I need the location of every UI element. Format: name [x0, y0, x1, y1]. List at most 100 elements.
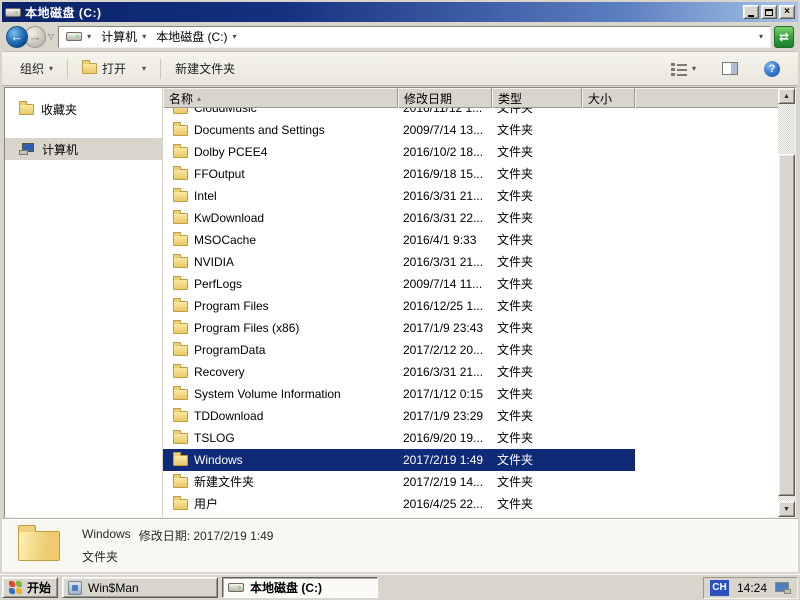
task-label: 本地磁盘 (C:) [250, 579, 322, 596]
file-type: 文件夹 [492, 383, 582, 405]
table-row[interactable]: NVIDIA 2016/3/31 21... 文件夹 [163, 251, 635, 273]
table-row[interactable]: Windows 2017/2/19 1:49 文件夹 [163, 449, 635, 471]
chevron-down-icon: ▾ [49, 64, 53, 73]
scrollbar-thumb[interactable] [778, 154, 795, 496]
table-row[interactable]: Program Files 2016/12/25 1... 文件夹 [163, 295, 635, 317]
breadcrumb-item-local-disk[interactable]: 本地磁盘 (C:) ▾ [152, 27, 242, 47]
organize-button[interactable]: 组织 ▾ [12, 55, 61, 82]
folder-icon [173, 235, 188, 246]
history-chevron-icon[interactable]: ▽ [48, 32, 54, 41]
sidebar-item-favorites[interactable]: 收藏夹 [5, 98, 162, 120]
table-row[interactable]: 新建文件夹 2017/2/19 14... 文件夹 [163, 471, 635, 493]
task-label: Win$Man [88, 581, 139, 595]
maximize-button[interactable] [761, 5, 777, 19]
taskbar: 开始 Win$Man 本地磁盘 (C:) CH 14:24 [0, 574, 800, 600]
file-type: 文件夹 [492, 405, 582, 427]
table-row[interactable]: Intel 2016/3/31 21... 文件夹 [163, 185, 635, 207]
breadcrumb[interactable]: ▾ 计算机 ▾ 本地磁盘 (C:) ▾ ▾ [58, 26, 771, 48]
taskbar-task-local-disk[interactable]: 本地磁盘 (C:) [222, 577, 378, 598]
file-date: 2016/12/25 1... [398, 295, 492, 317]
breadcrumb-item-computer[interactable]: 计算机 ▾ [97, 27, 152, 47]
file-type: 文件夹 [492, 273, 582, 295]
table-row[interactable]: KwDownload 2016/3/31 22... 文件夹 [163, 207, 635, 229]
table-row[interactable]: PerfLogs 2009/7/14 11... 文件夹 [163, 273, 635, 295]
file-date: 2016/4/1 9:33 [398, 229, 492, 251]
start-label: 开始 [27, 579, 51, 596]
folder-icon [173, 147, 188, 158]
file-date: 2016/11/12 1... [398, 108, 492, 119]
close-button[interactable]: × [779, 5, 795, 19]
file-date: 2016/3/31 21... [398, 361, 492, 383]
column-header-date[interactable]: 修改日期 [398, 88, 492, 108]
table-row[interactable]: 用户 2016/4/25 22... 文件夹 [163, 493, 635, 515]
table-row[interactable]: MSOCache 2016/4/1 9:33 文件夹 [163, 229, 635, 251]
preview-pane-button[interactable] [714, 57, 746, 80]
language-indicator[interactable]: CH [710, 580, 729, 596]
file-size [582, 295, 635, 317]
open-dropdown-button[interactable]: ▾ [134, 59, 154, 78]
open-button[interactable]: 打开 [74, 55, 134, 82]
details-name: Windows [82, 527, 131, 544]
file-name: PerfLogs [194, 273, 242, 295]
file-name: KwDownload [194, 207, 264, 229]
file-type: 文件夹 [492, 108, 582, 119]
sidebar-item-computer[interactable]: 计算机 [5, 138, 162, 160]
file-size [582, 119, 635, 141]
file-list: 名称 ▴ 修改日期 类型 大小 CloudMusic 2016/11/12 1.… [163, 88, 778, 517]
file-name: Intel [194, 185, 217, 207]
file-name: MSOCache [194, 229, 256, 251]
list-view-icon [671, 62, 687, 76]
back-button[interactable]: ← [6, 26, 28, 48]
selected-folder-icon [18, 531, 60, 561]
file-size [582, 141, 635, 163]
command-toolbar: 组织 ▾ 打开 ▾ 新建文件夹 ▾ ? [2, 52, 798, 86]
file-name: Dolby PCEE4 [194, 141, 267, 163]
breadcrumb-drive-button[interactable]: ▾ [62, 27, 97, 47]
system-tray: CH 14:24 [703, 577, 798, 599]
column-header-type[interactable]: 类型 [492, 88, 582, 108]
table-row[interactable]: Recovery 2016/3/31 21... 文件夹 [163, 361, 635, 383]
new-folder-button[interactable]: 新建文件夹 [167, 55, 243, 82]
table-row[interactable]: Program Files (x86) 2017/1/9 23:43 文件夹 [163, 317, 635, 339]
table-row[interactable]: Dolby PCEE4 2016/10/2 18... 文件夹 [163, 141, 635, 163]
folder-icon [173, 125, 188, 136]
file-name: Program Files [194, 295, 269, 317]
address-dropdown-icon[interactable]: ▾ [755, 32, 767, 41]
file-size [582, 251, 635, 273]
table-row[interactable]: System Volume Information 2017/1/12 0:15… [163, 383, 635, 405]
network-tray-icon[interactable] [775, 582, 791, 594]
file-name: Windows [194, 449, 243, 471]
vertical-scrollbar[interactable]: ▲ ▼ [778, 88, 795, 517]
column-header-name[interactable]: 名称 ▴ [163, 88, 398, 108]
help-button[interactable]: ? [756, 56, 788, 82]
titlebar[interactable]: 本地磁盘 (C:) × [2, 2, 798, 22]
file-date: 2017/2/12 20... [398, 339, 492, 361]
table-row[interactable]: CloudMusic 2016/11/12 1... 文件夹 [163, 108, 635, 119]
folder-icon [173, 345, 188, 356]
file-type: 文件夹 [492, 229, 582, 251]
table-row[interactable]: ProgramData 2017/2/12 20... 文件夹 [163, 339, 635, 361]
refresh-button[interactable]: ⇄ [774, 26, 794, 48]
scroll-down-button[interactable]: ▼ [778, 501, 795, 517]
file-name: FFOutput [194, 163, 245, 185]
file-date: 2009/7/14 11... [398, 273, 492, 295]
minimize-button[interactable] [743, 5, 759, 19]
column-label: 名称 [169, 90, 193, 107]
taskbar-task-winsman[interactable]: Win$Man [62, 577, 218, 598]
column-header-size[interactable]: 大小 [582, 88, 635, 108]
table-row[interactable]: Documents and Settings 2009/7/14 13... 文… [163, 119, 635, 141]
file-date: 2016/3/31 21... [398, 185, 492, 207]
file-date: 2017/2/19 14... [398, 471, 492, 493]
table-row[interactable]: TSLOG 2016/9/20 19... 文件夹 [163, 427, 635, 449]
file-type: 文件夹 [492, 361, 582, 383]
scroll-up-button[interactable]: ▲ [778, 88, 795, 104]
start-button[interactable]: 开始 [2, 577, 58, 598]
table-row[interactable]: TDDownload 2017/1/9 23:29 文件夹 [163, 405, 635, 427]
folder-icon [173, 477, 188, 488]
file-size [582, 471, 635, 493]
taskbar-clock[interactable]: 14:24 [737, 581, 767, 595]
file-type: 文件夹 [492, 141, 582, 163]
table-row[interactable]: FFOutput 2016/9/18 15... 文件夹 [163, 163, 635, 185]
views-button[interactable]: ▾ [663, 57, 704, 81]
chevron-down-icon: ▾ [142, 64, 146, 73]
